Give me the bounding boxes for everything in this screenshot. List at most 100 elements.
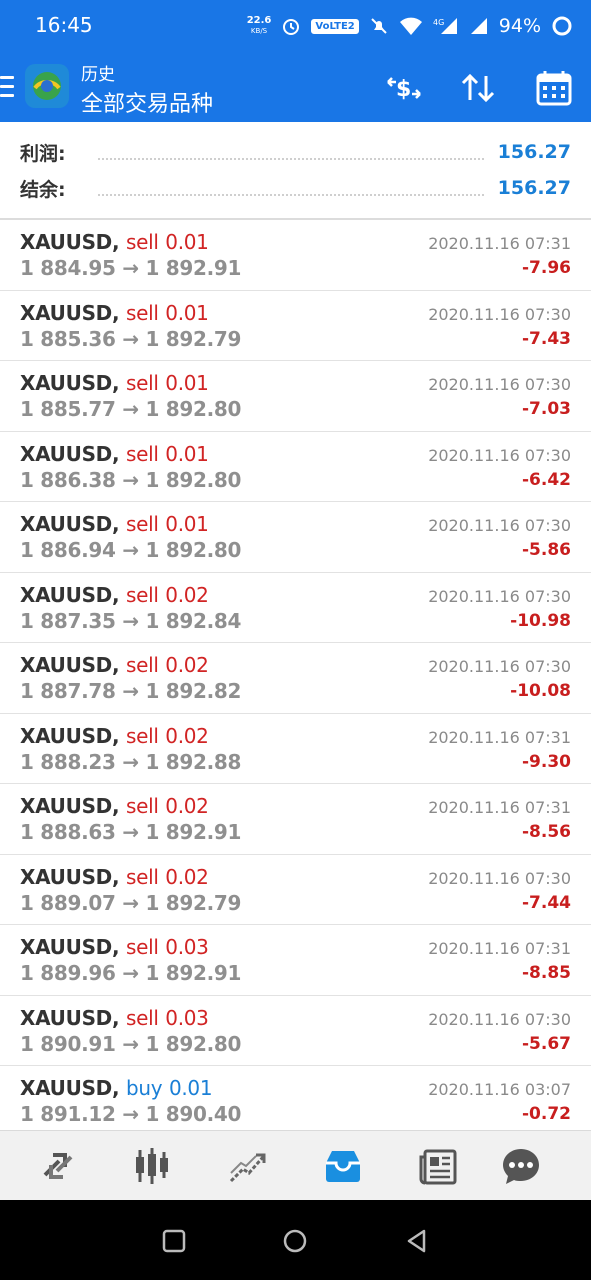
trade-direction: sell [125, 371, 159, 395]
quotes-icon[interactable] [37, 1145, 79, 1187]
trade-prices: 1 885.36 → 1 892.79 [20, 326, 242, 351]
trade-lots: 0.01 [168, 1076, 213, 1100]
trade-time: 2020.11.16 07:30 [428, 586, 571, 606]
trade-symbol: XAUUSD, [20, 441, 120, 466]
trade-direction: buy [125, 1076, 163, 1100]
summary-panel: 利润: 156.27 结余: 156.27 [0, 122, 591, 220]
trade-symbol: XAUUSD, [20, 935, 120, 959]
trade-prices: 1 884.95 → 1 892.91 [20, 256, 242, 280]
trade-lots: 0.01 [165, 300, 209, 325]
trade-direction: sell [125, 582, 159, 607]
trade-lots: 0.02 [165, 653, 209, 677]
trade-row[interactable]: XAUUSD, sell 0.02 1 887.78 → 1 892.82 2020… [0, 643, 591, 714]
system-navigation-bar [0, 1200, 591, 1280]
trade-icon[interactable] [226, 1145, 268, 1187]
trade-symbol-line: XAUUSD, sell 0.03 [20, 1006, 209, 1030]
alarm-icon [283, 19, 300, 35]
trade-lots: 0.02 [165, 723, 209, 748]
trade-direction: sell [125, 935, 159, 959]
calendar-icon[interactable] [534, 68, 574, 108]
trade-symbol: XAUUSD, [20, 723, 120, 748]
trade-symbol: XAUUSD, [20, 1076, 120, 1100]
trade-lots: 0.03 [165, 935, 209, 959]
balance-value: 156.27 [497, 177, 571, 199]
network-speed-unit: KB/S [250, 27, 268, 35]
trade-prices: 1 885.77 → 1 892.80 [20, 397, 242, 421]
trade-symbol-line: XAUUSD, sell 0.01 [20, 301, 209, 325]
trade-direction: sell [125, 230, 159, 254]
trade-direction: sell [125, 441, 159, 466]
trade-row[interactable]: XAUUSD, buy 0.01 1 891.12 → 1 890.40 2020.… [0, 1066, 591, 1130]
balance-row: 结余: 156.27 [20, 173, 571, 203]
sort-icon[interactable] [458, 68, 498, 108]
trade-direction: sell [125, 864, 159, 889]
currency-swap-icon[interactable]: $ [384, 68, 424, 108]
trade-symbol-line: XAUUSD, sell 0.02 [20, 794, 209, 818]
trade-row[interactable]: XAUUSD, sell 0.01 1 886.38 → 1 892.80 2020… [0, 432, 591, 502]
recents-icon[interactable] [161, 1228, 187, 1254]
history-icon[interactable] [322, 1145, 364, 1187]
trade-row[interactable]: XAUUSD, sell 0.01 1 886.94 → 1 892.80 2020… [0, 502, 591, 573]
trade-lots: 0.02 [165, 582, 209, 607]
trade-row[interactable]: XAUUSD, sell 0.01 1 885.77 → 1 892.80 2020… [0, 361, 591, 432]
toolbar-subtitle: 历史 [81, 65, 115, 85]
trade-direction: sell [125, 1005, 159, 1030]
trade-direction: sell [125, 300, 159, 325]
trade-profit: -6.42 [522, 469, 571, 490]
chat-icon[interactable] [500, 1145, 542, 1187]
trade-prices: 1 886.38 → 1 892.80 [20, 467, 242, 492]
dotted-leader [97, 144, 484, 160]
svg-text:$: $ [396, 77, 411, 102]
trade-symbol: XAUUSD, [20, 864, 120, 889]
trade-lots: 0.02 [165, 794, 209, 818]
trade-row[interactable]: XAUUSD, sell 0.02 1 887.35 → 1 892.84 2020… [0, 573, 591, 643]
trade-time: 2020.11.16 07:30 [428, 868, 571, 888]
chart-icon[interactable] [131, 1145, 173, 1187]
trade-profit: -8.85 [522, 963, 571, 983]
app-logo [25, 64, 69, 108]
trade-symbol: XAUUSD, [20, 653, 120, 677]
trade-direction: sell [125, 512, 159, 536]
toolbar-title[interactable]: 全部交易品种 [81, 86, 213, 118]
trade-row[interactable]: XAUUSD, sell 0.02 1 888.63 → 1 892.91 2020… [0, 784, 591, 855]
trade-profit: -7.44 [522, 892, 571, 913]
trade-lots: 0.01 [165, 512, 209, 536]
trade-row[interactable]: XAUUSD, sell 0.03 1 889.96 → 1 892.91 2020… [0, 925, 591, 996]
menu-icon[interactable] [0, 76, 14, 98]
trade-symbol: XAUUSD, [20, 300, 120, 325]
trade-profit: -5.86 [522, 540, 571, 560]
trade-prices: 1 888.23 → 1 892.88 [20, 749, 242, 774]
trade-profit: -5.67 [522, 1033, 571, 1054]
network-speed: 22.6 KB/S [247, 16, 272, 36]
wifi-icon [399, 17, 422, 35]
trade-profit: -8.56 [522, 822, 571, 842]
trade-time: 2020.11.16 07:30 [428, 1009, 571, 1029]
trade-row[interactable]: XAUUSD, sell 0.02 1 888.23 → 1 892.88 2020… [0, 714, 591, 784]
signal-4g-icon: 4G [433, 18, 457, 34]
profit-row: 利润: 156.27 [20, 137, 571, 167]
trade-row[interactable]: XAUUSD, sell 0.03 1 890.91 → 1 892.80 2020… [0, 996, 591, 1066]
home-icon[interactable] [282, 1228, 308, 1254]
trade-profit: -10.98 [510, 610, 571, 631]
trade-symbol-line: XAUUSD, sell 0.01 [20, 512, 209, 536]
trade-symbol-line: XAUUSD, sell 0.01 [20, 442, 209, 466]
back-icon[interactable] [404, 1228, 430, 1254]
trade-time: 2020.11.16 07:31 [428, 727, 571, 747]
trade-row[interactable]: XAUUSD, sell 0.01 1 884.95 → 1 892.91 2020… [0, 220, 591, 291]
trade-history-list[interactable]: XAUUSD, sell 0.01 1 884.95 → 1 892.91 2020… [0, 220, 591, 1130]
trade-direction: sell [125, 653, 159, 677]
status-bar: 16:45 22.6 KB/S VoLTE2 4G 94% [0, 0, 591, 52]
trade-row[interactable]: XAUUSD, sell 0.01 1 885.36 → 1 892.79 2020… [0, 291, 591, 361]
volte-badge: VoLTE2 [311, 18, 359, 34]
news-icon[interactable] [417, 1145, 459, 1187]
trade-direction: sell [125, 723, 159, 748]
trade-time: 2020.11.16 07:30 [428, 304, 571, 324]
trade-row[interactable]: XAUUSD, sell 0.02 1 889.07 → 1 892.79 2020… [0, 855, 591, 925]
status-time: 16:45 [35, 13, 93, 37]
svg-text:4G: 4G [433, 18, 444, 27]
balance-label: 结余: [20, 178, 66, 201]
trade-symbol: XAUUSD, [20, 794, 120, 818]
trade-time: 2020.11.16 07:30 [428, 516, 571, 535]
trade-prices: 1 891.12 → 1 890.40 [20, 1102, 242, 1126]
trade-symbol-line: XAUUSD, sell 0.02 [20, 724, 209, 748]
